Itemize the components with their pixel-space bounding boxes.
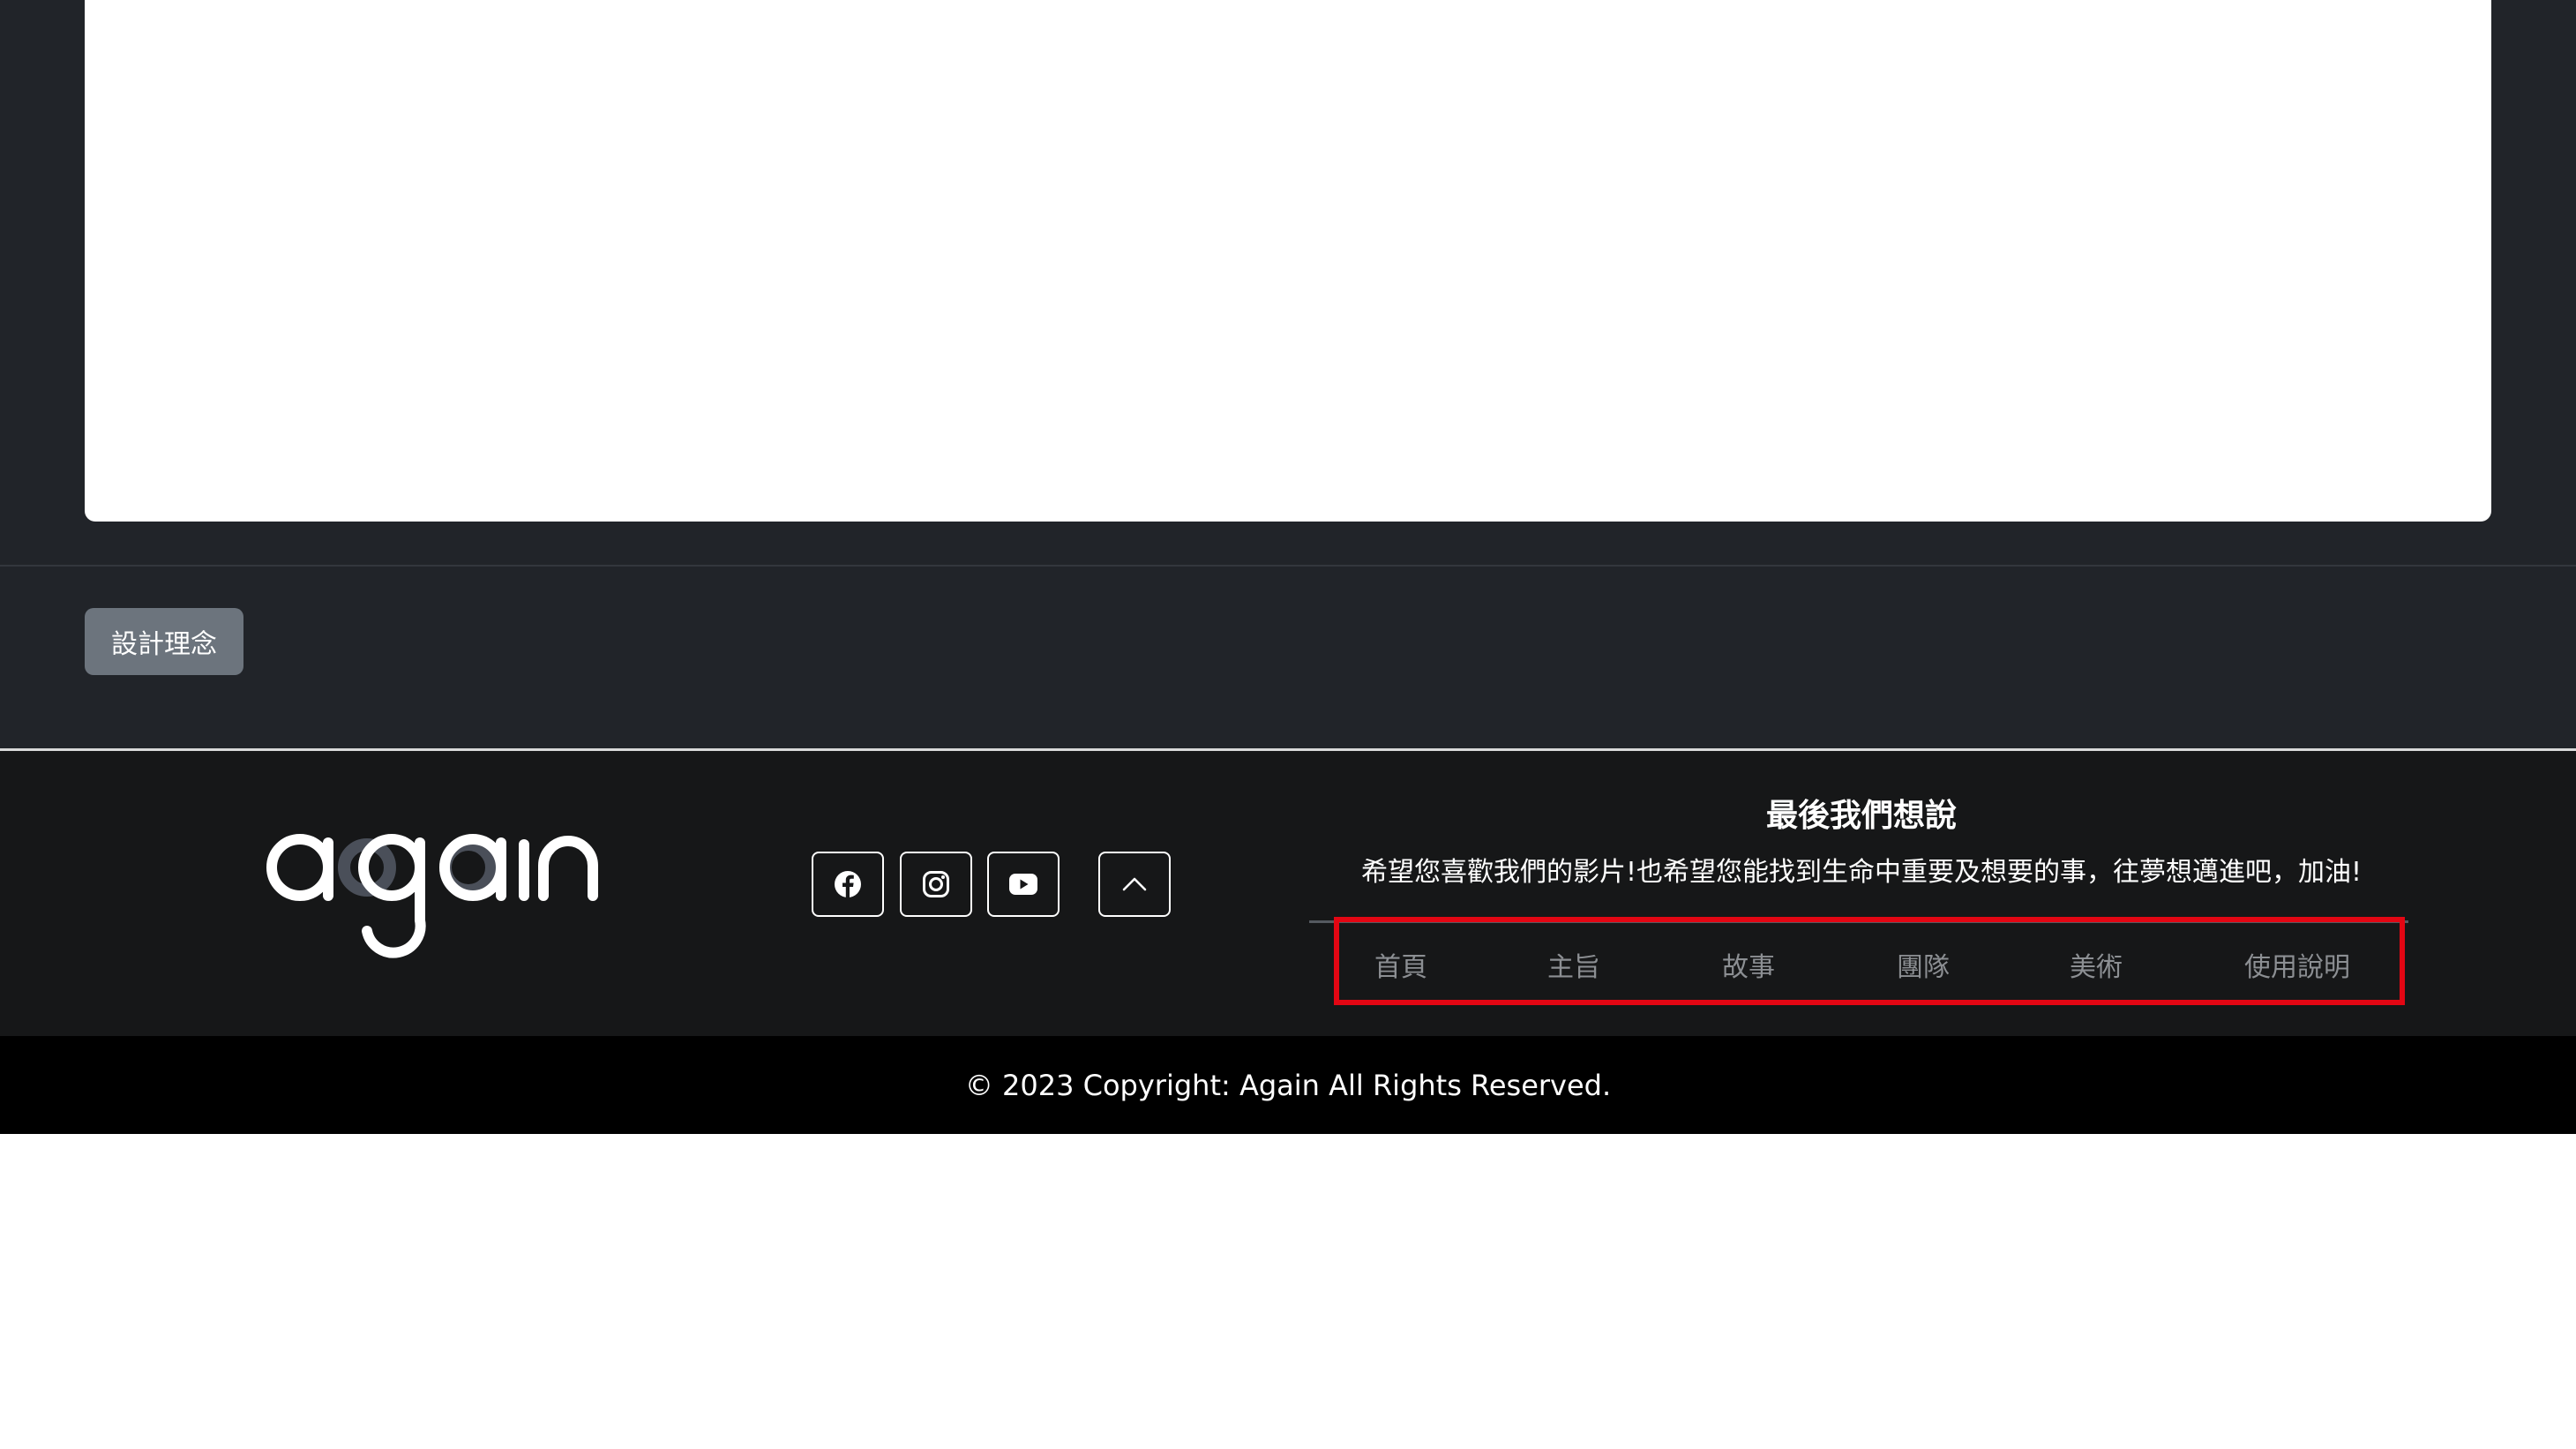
nav-item-team[interactable]: 團隊 [1897,945,1950,984]
nav-item-guide[interactable]: 使用說明 [2244,945,2350,984]
footer: again 最後我們想說 希望您喜歡我們的影片!也希望您能找到生命中重要及想要的… [0,748,2576,1036]
section-divider [0,565,2576,567]
footer-message: 希望您喜歡我們的影片!也希望您能找到生命中重要及想要的事，往夢想邁進吧，加油! [1360,857,2363,888]
copyright-text: © 2023 Copyright: Again All Rights Reser… [964,1068,1612,1102]
youtube-button[interactable] [987,852,1060,917]
nav-item-story[interactable]: 故事 [1722,945,1775,984]
facebook-button[interactable] [812,852,884,917]
chevron-up-icon [1122,877,1147,891]
again-logo[interactable]: again [261,832,605,982]
instagram-icon [923,871,949,897]
design-concept-button[interactable]: 設計理念 [85,608,243,675]
copyright-bar: © 2023 Copyright: Again All Rights Reser… [0,1036,2576,1134]
page: 設計理念 again 最後我們想說 希望您喜歡我們的影片!也希望您能找到生命中重… [0,0,2576,1449]
footer-nav: 首頁 主旨 故事 團隊 美術 使用說明 [1334,917,2405,1005]
youtube-icon [1009,874,1037,895]
nav-item-theme[interactable]: 主旨 [1547,945,1600,984]
nav-item-art[interactable]: 美術 [2070,945,2123,984]
instagram-button[interactable] [900,852,972,917]
content-panel [85,0,2491,522]
footer-title: 最後我們想說 [1765,798,1957,834]
nav-item-home[interactable]: 首頁 [1374,945,1427,984]
content-section: 設計理念 [0,0,2576,748]
svg-text:again: again [261,832,264,833]
back-to-top-button[interactable] [1098,852,1171,917]
facebook-icon [835,871,861,897]
